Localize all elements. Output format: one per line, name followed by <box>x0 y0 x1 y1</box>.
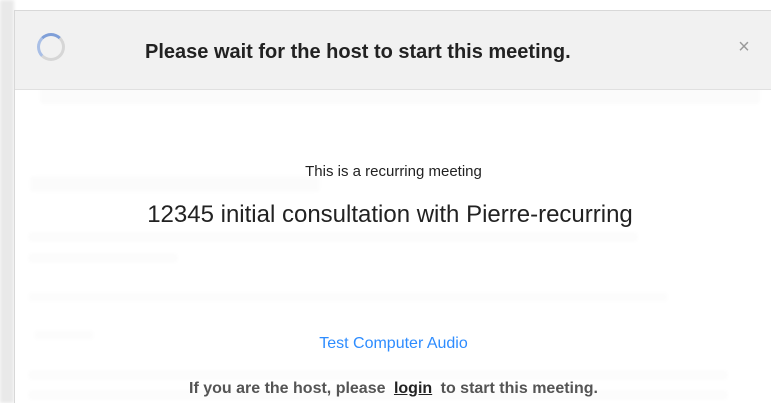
close-icon[interactable]: × <box>734 37 754 57</box>
host-login-note: If you are the host, please login to sta… <box>15 380 771 398</box>
dialog-header: Please wait for the host to start this m… <box>15 11 771 90</box>
meeting-topic: 12345 initial consultation with Pierre-r… <box>147 201 633 228</box>
waiting-room-dialog: Please wait for the host to start this m… <box>14 10 771 403</box>
host-note-suffix: to start this meeting. <box>440 380 598 397</box>
app-window: Please wait for the host to start this m… <box>0 0 771 403</box>
loading-spinner-icon <box>37 33 65 61</box>
host-note-prefix: If you are the host, please <box>189 380 386 397</box>
login-link[interactable]: login <box>394 380 432 397</box>
background-window-edge <box>0 0 14 403</box>
recurring-meeting-note: This is a recurring meeting <box>305 163 482 180</box>
dialog-title: Please wait for the host to start this m… <box>145 41 571 63</box>
test-computer-audio-link[interactable]: Test Computer Audio <box>15 335 771 353</box>
